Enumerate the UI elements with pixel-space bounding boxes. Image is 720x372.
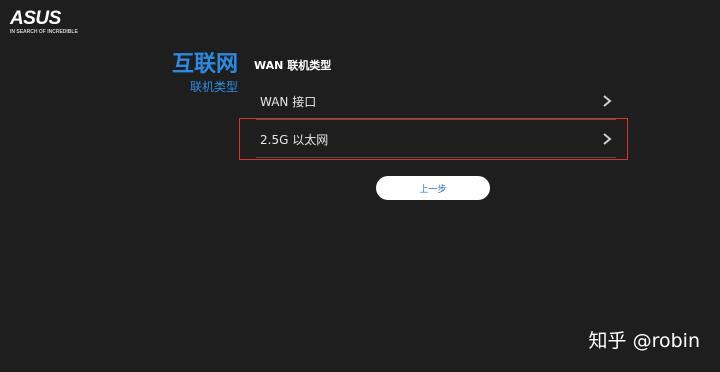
page-title-block: 互联网 联机类型	[172, 51, 238, 95]
selection-highlight-box	[239, 118, 628, 160]
page-subtitle: 联机类型	[189, 80, 238, 94]
logo-slogan: IN SEARCH OF INCREDIBLE	[10, 29, 78, 35]
asus-logo: ASUS IN SEARCH OF INCREDIBLE	[10, 8, 78, 35]
back-button[interactable]: 上一步	[376, 176, 490, 200]
option-label: WAN 接口	[260, 95, 317, 109]
page-title: 互联网	[171, 52, 238, 77]
logo-wordmark: ASUS	[10, 8, 61, 29]
chevron-right-icon	[603, 95, 612, 107]
option-wan-interface[interactable]: WAN 接口	[256, 83, 616, 120]
section-label: WAN 联机类型	[254, 59, 332, 72]
watermark: 知乎 @robin	[588, 330, 700, 352]
